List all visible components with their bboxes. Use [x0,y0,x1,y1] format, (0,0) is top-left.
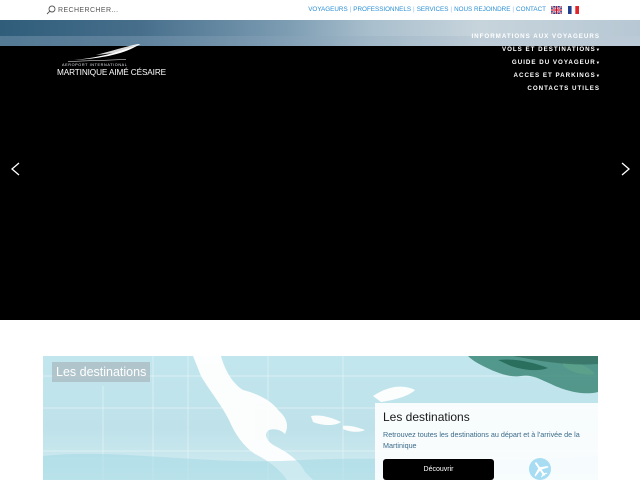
search-icon [46,5,56,15]
destinations-panel: Les destinations Retrouvez toutes les de… [375,403,598,480]
nav-label: INFORMATIONS AUX VOYAGEURS [471,33,600,40]
english-flag-icon[interactable] [551,6,562,14]
chevron-down-icon: ▾ [596,47,600,52]
top-link-services[interactable]: SERVICES [417,6,449,13]
destinations-tag: Les destinations [52,362,151,382]
discover-button[interactable]: Découvrir [383,459,494,480]
destinations-promo: Les destinations Les destinations Retrou… [43,356,598,480]
top-link-nous-rejoindre[interactable]: NOUS REJOINDRE [454,6,510,13]
destinations-description: Retrouvez toutes les destinations au dép… [383,430,580,450]
airport-logo-emblem [67,44,141,62]
logo-subtitle: AEROPORT INTERNATIONAL [62,63,128,67]
nav-guide-voyageur[interactable]: GUIDE DU VOYAGEUR▾ [471,56,600,69]
top-link-contact[interactable]: CONTACT [516,6,546,13]
airport-logo[interactable]: AEROPORT INTERNATIONAL MARTINIQUE AIMÉ C… [54,44,166,82]
top-link-professionnels[interactable]: PROFESSIONNELS [353,6,411,13]
hero-slider: AEROPORT INTERNATIONAL MARTINIQUE AIMÉ C… [0,20,640,320]
link-separator: | [413,6,415,13]
nav-vols-destinations[interactable]: VOLS ET DESTINATIONS▾ [471,43,600,56]
chevron-left-icon[interactable] [9,162,23,176]
french-flag-icon[interactable] [568,6,579,14]
nav-label: VOLS ET DESTINATIONS [501,46,596,53]
airplane-badge [529,458,551,480]
nav-contacts-utiles[interactable]: CONTACTS UTILES [471,82,600,95]
destinations-title: Les destinations [383,410,470,424]
nav-informations-voyageurs[interactable]: INFORMATIONS AUX VOYAGEURS [471,30,600,43]
top-link-voyageurs[interactable]: VOYAGEURS [308,6,347,13]
search-box[interactable] [46,3,138,17]
nav-acces-parkings[interactable]: ACCES ET PARKINGS▾ [471,69,600,82]
link-separator: | [349,6,352,13]
chevron-down-icon: ▾ [596,60,600,65]
search-input[interactable] [56,6,138,14]
top-links: VOYAGEURS | PROFESSIONNELS | SERVICES | … [308,6,546,13]
top-bar: VOYAGEURS | PROFESSIONNELS | SERVICES | … [0,0,640,20]
nav-label: ACCES ET PARKINGS [513,72,596,79]
main-navigation: INFORMATIONS AUX VOYAGEURS VOLS ET DESTI… [471,30,600,95]
link-separator: | [512,6,515,13]
airplane-icon [534,462,549,478]
chevron-right-icon[interactable] [618,162,632,176]
nav-label: GUIDE DU VOYAGEUR [511,59,596,66]
logo-title: MARTINIQUE AIMÉ CÉSAIRE [57,68,167,77]
chevron-down-icon: ▾ [596,73,600,78]
nav-label: CONTACTS UTILES [527,85,600,92]
link-separator: | [450,6,453,13]
